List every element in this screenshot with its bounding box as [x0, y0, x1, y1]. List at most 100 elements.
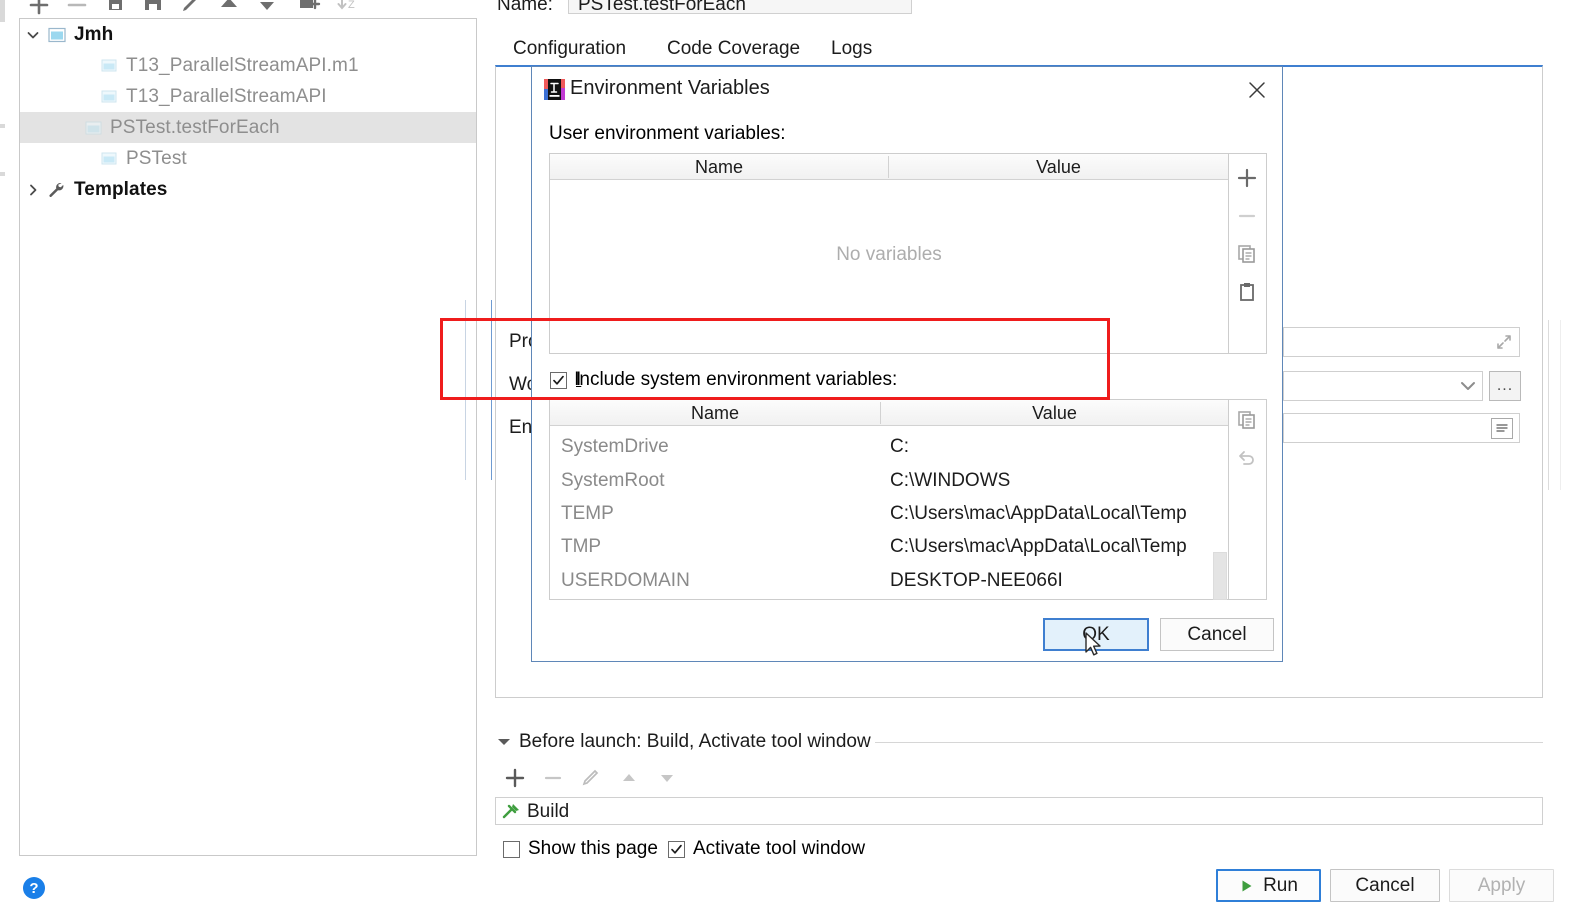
table-header: Name Value: [550, 400, 1228, 426]
sidebar-item-label: Jmh: [74, 23, 114, 45]
copy-config-icon[interactable]: [102, 0, 128, 18]
sidebar-item-pstest[interactable]: PSTest: [20, 143, 476, 174]
expand-icon[interactable]: [1494, 332, 1514, 352]
column-header-value[interactable]: Value: [889, 157, 1228, 178]
working-directory-input[interactable]: [1283, 371, 1483, 401]
variable-name: TEMP: [561, 503, 614, 524]
copy-icon[interactable]: [1231, 404, 1263, 436]
help-icon[interactable]: ?: [23, 877, 45, 899]
paste-icon[interactable]: [1231, 276, 1263, 308]
edit-icon[interactable]: [178, 0, 204, 18]
sidebar-item-label: PSTest: [126, 147, 187, 169]
minus-icon: [541, 766, 565, 790]
svg-text:Z: Z: [348, 0, 355, 11]
sidebar-item-pstest-testforeach[interactable]: PSTest.testForEach: [20, 112, 476, 143]
tab-logs[interactable]: Logs: [831, 38, 872, 60]
intellij-idea-icon: [544, 79, 565, 100]
dialog-cancel-button-label: Cancel: [1187, 623, 1247, 645]
run-button-label: Run: [1263, 874, 1298, 896]
include-system-variables-label: IInclude system environment variables:: [574, 369, 898, 390]
move-down-icon[interactable]: [254, 0, 280, 18]
right-rule-b: [1560, 320, 1561, 490]
play-icon: [1239, 878, 1255, 894]
left-edge-rule-mid1: [0, 124, 5, 128]
system-variables-toolbar: [1229, 399, 1267, 600]
environment-variables-input[interactable]: [1283, 413, 1520, 443]
move-up-icon[interactable]: [216, 0, 242, 18]
sidebar-item-label: T13_ParallelStreamAPI.m1: [126, 54, 359, 76]
plus-icon[interactable]: [26, 0, 52, 18]
run-config-icon: [82, 117, 104, 139]
chevron-down-icon[interactable]: [20, 27, 46, 43]
sidebar-item-label: T13_ParallelStreamAPI: [126, 85, 327, 107]
right-rule-a: [1548, 320, 1549, 490]
folder-icon: [46, 24, 68, 46]
save-icon[interactable]: [140, 0, 166, 18]
environment-variables-dialog: Environment Variables User environment v…: [531, 66, 1283, 662]
show-this-page-checkbox[interactable]: Show this page: [503, 838, 658, 860]
checkbox-box[interactable]: [503, 840, 520, 858]
name-value: PSTest.testForEach: [578, 0, 746, 15]
column-header-value[interactable]: Value: [881, 403, 1228, 424]
user-variables-label: User environment variables:: [549, 123, 786, 144]
hammer-icon: [501, 801, 523, 823]
checkbox-box[interactable]: [668, 840, 685, 858]
chevron-right-icon[interactable]: [20, 182, 46, 198]
dialog-cancel-button[interactable]: Cancel: [1160, 618, 1274, 651]
include-system-variables-checkbox[interactable]: IInclude system environment variables:: [550, 369, 897, 391]
sidebar-item-jmh[interactable]: Jmh: [20, 19, 476, 50]
remove-icon: [1231, 200, 1263, 232]
before-launch-task-label: Build: [527, 801, 570, 822]
apply-button-label: Apply: [1477, 874, 1526, 896]
chevron-down-icon[interactable]: [1457, 378, 1479, 394]
list-icon[interactable]: [1491, 418, 1513, 439]
minus-icon[interactable]: [64, 0, 90, 18]
column-header-name[interactable]: Name: [550, 157, 888, 178]
apply-button: Apply: [1449, 869, 1554, 902]
table-scrollbar-thumb[interactable]: [1213, 552, 1227, 600]
column-header-name[interactable]: Name: [550, 403, 880, 424]
variable-name: SystemDrive: [561, 436, 669, 457]
system-variables-table[interactable]: Name Value SystemDrive C: SystemRoot C:\…: [549, 399, 1229, 600]
before-launch-task-list[interactable]: [495, 797, 1543, 825]
dialog-title: Environment Variables: [570, 77, 770, 99]
activate-tool-window-label: Activate tool window: [693, 838, 866, 859]
program-arguments-input[interactable]: [1283, 327, 1520, 357]
run-config-icon: [98, 55, 120, 77]
application-window: Z Jmh T13_ParallelStreamAPI.m1 T13_Paral…: [0, 0, 1590, 914]
name-label: Name:: [497, 0, 553, 15]
variable-name: SystemRoot: [561, 470, 665, 491]
run-config-icon: [98, 148, 120, 170]
dialog-titlebar: Environment Variables: [532, 67, 1282, 113]
variable-value: C:\Users\mac\AppData\Local\Temp: [890, 503, 1187, 524]
sidebar-item-t13-parallelstreamapi[interactable]: T13_ParallelStreamAPI: [20, 81, 476, 112]
run-button[interactable]: Run: [1216, 869, 1321, 902]
activate-tool-window-checkbox[interactable]: Activate tool window: [668, 838, 865, 860]
before-launch-header[interactable]: Before launch: Build, Activate tool wind…: [497, 731, 871, 753]
run-config-icon: [98, 86, 120, 108]
sort-az-icon[interactable]: Z: [334, 0, 360, 18]
new-folder-icon[interactable]: [296, 0, 322, 18]
variable-value: C:\Users\mac\AppData\Local\Temp: [890, 536, 1187, 557]
triangle-down-icon[interactable]: [497, 731, 519, 753]
close-icon[interactable]: [1242, 75, 1272, 105]
checkbox-box[interactable]: [550, 371, 567, 389]
copy-icon[interactable]: [1231, 238, 1263, 270]
plus-icon[interactable]: [503, 766, 527, 790]
before-launch-label: Before launch: Build, Activate tool wind…: [519, 731, 871, 752]
sidebar-item-label: PSTest.testForEach: [110, 116, 280, 138]
tab-configuration[interactable]: Configuration: [513, 38, 626, 60]
cancel-button[interactable]: Cancel: [1330, 869, 1440, 902]
revert-icon[interactable]: [1231, 442, 1263, 474]
table-header: Name Value: [550, 154, 1228, 180]
variable-value: C:: [890, 436, 909, 457]
browse-button[interactable]: ...: [1489, 371, 1521, 401]
user-variables-table[interactable]: Name Value No variables: [549, 153, 1229, 354]
wrench-icon: [46, 179, 68, 201]
run-configurations-tree[interactable]: Jmh T13_ParallelStreamAPI.m1 T13_Paralle…: [19, 18, 477, 856]
tab-code-coverage[interactable]: Code Coverage: [667, 38, 800, 60]
sidebar-item-t13-parallelstreamapi-m1[interactable]: T13_ParallelStreamAPI.m1: [20, 50, 476, 81]
sidebar-item-templates[interactable]: Templates: [20, 174, 476, 205]
panel-accent-rule: [491, 300, 492, 480]
add-icon[interactable]: [1231, 162, 1263, 194]
